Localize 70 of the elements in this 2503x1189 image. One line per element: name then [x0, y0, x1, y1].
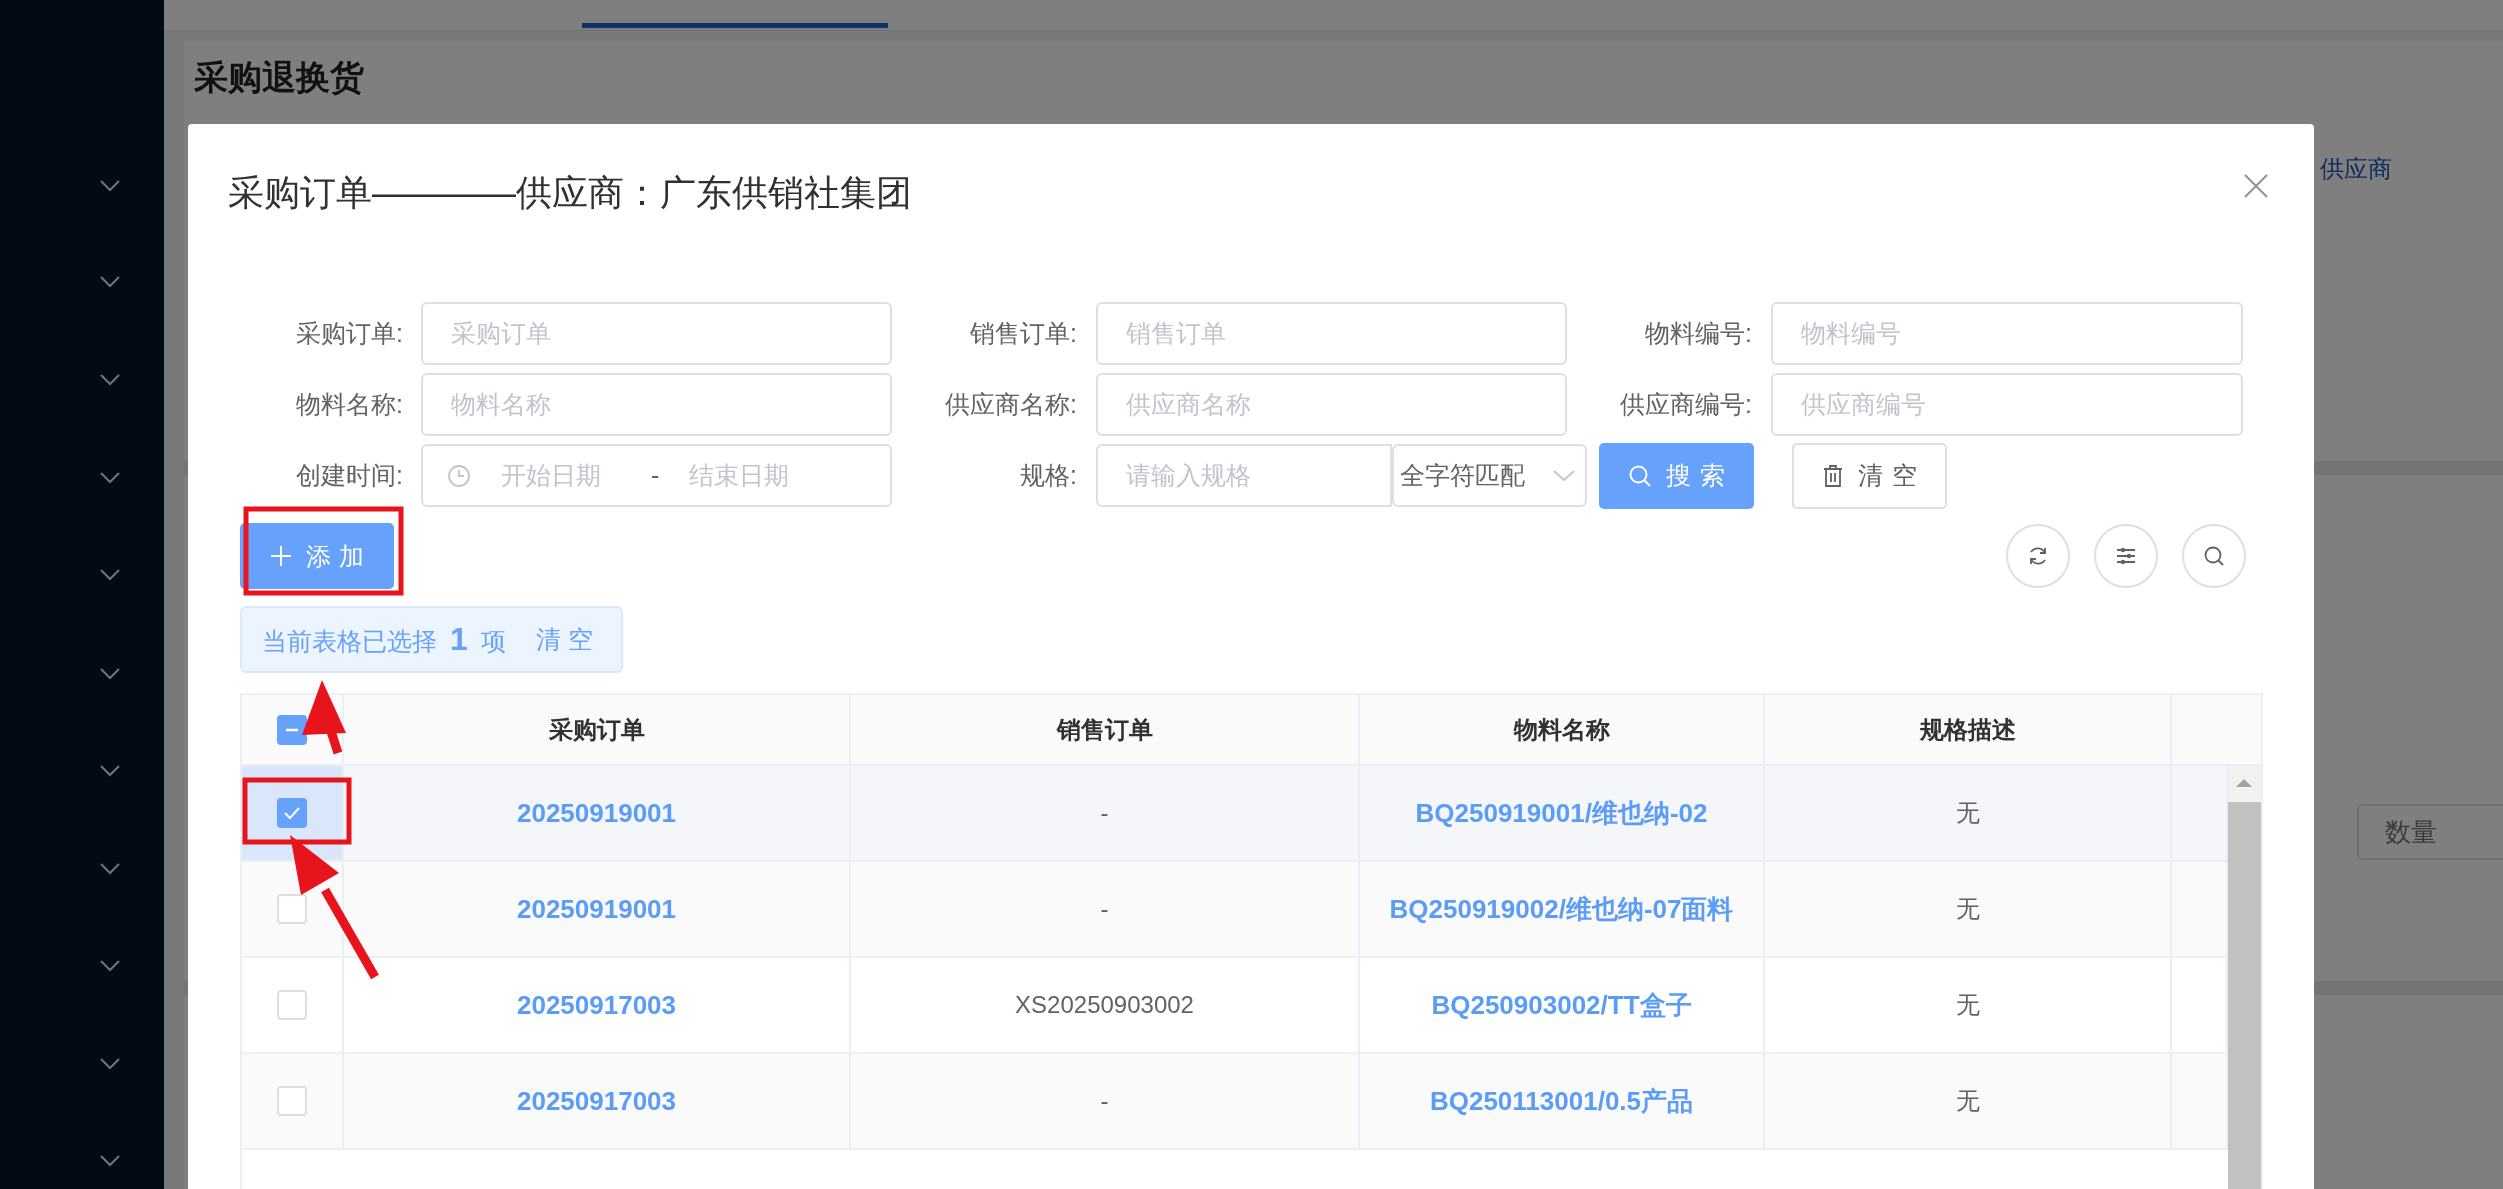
table-row[interactable]: 20250919001 - BQ250919001/维也纳-02 无 — [242, 766, 2228, 862]
field-label: 物料编号: — [1644, 318, 1752, 349]
material-link[interactable]: BQ250903002/TT盒子 — [1431, 987, 1692, 1023]
table-cell: - — [1100, 799, 1109, 827]
chevron-down-icon[interactable] — [99, 1057, 121, 1071]
order-link[interactable]: 20250917003 — [516, 989, 677, 1021]
trash-icon — [1822, 463, 1845, 488]
quantity-field[interactable]: 数量 — [2357, 804, 2503, 860]
chevron-down-icon — [1553, 469, 1575, 482]
close-icon[interactable] — [2243, 173, 2269, 199]
table-cell-text: 无 — [1955, 894, 1980, 924]
field-label: 规格: — [1019, 460, 1077, 491]
field-label: 采购订单: — [295, 318, 403, 349]
select-all-checkbox[interactable] — [277, 714, 307, 745]
check-icon — [283, 806, 301, 820]
order-link[interactable]: 20250919001 — [516, 893, 677, 925]
order-link[interactable]: 20250919001 — [516, 797, 677, 829]
table-row[interactable]: 20250919001 - BQ250919002/维也纳-07面料 无 — [242, 862, 2228, 958]
search-icon — [2203, 545, 2225, 567]
field-label: 物料名称: — [295, 389, 403, 420]
table-cell-text: 无 — [1955, 798, 1980, 828]
sliders-icon — [2115, 545, 2137, 567]
table-cell: XS20250903002 — [1015, 991, 1194, 1019]
refresh-icon — [2027, 545, 2049, 567]
material-link[interactable]: BQ250919002/维也纳-07面料 — [1389, 891, 1734, 927]
chevron-down-icon[interactable] — [99, 862, 121, 876]
table-cell-text: 无 — [1955, 1086, 1980, 1116]
material-link[interactable]: BQ250113001/0.5产品 — [1429, 1083, 1694, 1119]
date-range-field[interactable]: 开始日期 - 结束日期 — [421, 444, 892, 507]
selection-count-text: 当前表格已选择 1 项 — [262, 621, 506, 658]
chevron-down-icon[interactable] — [99, 568, 121, 582]
chevron-down-icon[interactable] — [99, 1154, 121, 1168]
table-row[interactable]: 20250917003 - BQ250113001/0.5产品 无 — [242, 1054, 2228, 1150]
text-field[interactable]: 请输入规格 — [1096, 444, 1392, 507]
chevron-down-icon[interactable] — [99, 764, 121, 778]
text-field[interactable]: 销售订单 — [1096, 302, 1567, 365]
add-button[interactable]: 添加 — [240, 523, 394, 589]
chevron-down-icon[interactable] — [99, 959, 121, 973]
dialog-title: 采购订单————供应商：广东供销社集团 — [228, 171, 912, 215]
material-link[interactable]: BQ250919001/维也纳-02 — [1415, 795, 1708, 831]
match-mode-select[interactable]: 全字符匹配 — [1392, 444, 1587, 507]
table-cell: - — [1100, 895, 1109, 923]
text-field[interactable]: 供应商名称 — [1096, 373, 1567, 436]
minus-icon — [285, 727, 299, 732]
table-row[interactable]: 20250917003 XS20250903002 BQ250903002/TT盒子 无 — [242, 958, 2228, 1054]
supplier-link[interactable]: 供应商 — [2320, 153, 2392, 185]
chevron-down-icon[interactable] — [99, 471, 121, 485]
clear-button[interactable]: 清空 — [1792, 442, 1947, 509]
search-button[interactable]: 搜索 — [1599, 442, 1754, 509]
chevron-down-icon[interactable] — [99, 667, 121, 681]
text-field[interactable]: 物料名称 — [421, 373, 892, 436]
field-label: 销售订单: — [969, 318, 1077, 349]
clear-selection-link[interactable]: 清空 — [535, 623, 601, 656]
table-cell-text: 无 — [1955, 990, 1980, 1020]
text-field[interactable]: 物料编号 — [1771, 302, 2243, 365]
text-field[interactable]: 供应商编号 — [1771, 373, 2243, 436]
chevron-down-icon[interactable] — [99, 373, 121, 387]
chevron-down-icon[interactable] — [99, 179, 121, 193]
chevron-down-icon[interactable] — [99, 275, 121, 289]
clock-icon — [447, 463, 471, 488]
plus-icon — [269, 545, 292, 567]
order-link[interactable]: 20250917003 — [516, 1085, 677, 1117]
page-title: 采购退换货 — [193, 57, 365, 98]
row-checkbox[interactable] — [277, 798, 307, 828]
text-field[interactable]: 采购订单 — [421, 302, 892, 365]
search-icon — [1628, 463, 1653, 488]
field-label: 供应商编号: — [1620, 389, 1752, 420]
field-label: 供应商名称: — [945, 389, 1077, 420]
table-cell: - — [1100, 1087, 1109, 1115]
field-label: 创建时间: — [295, 460, 403, 491]
